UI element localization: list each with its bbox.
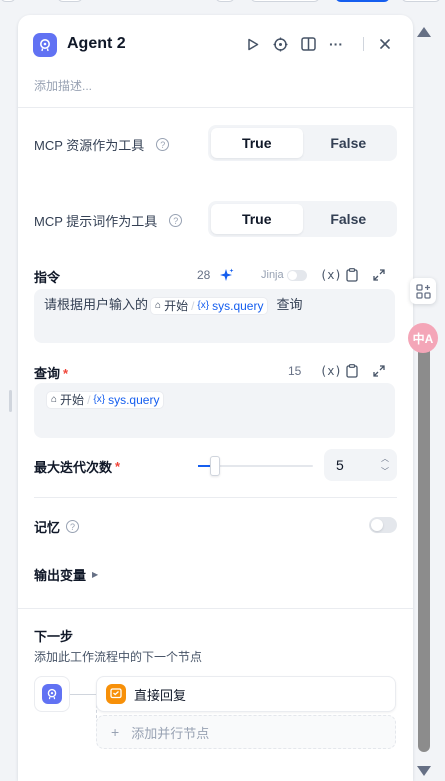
apps-grid-icon[interactable] [410, 278, 436, 304]
mcp-prompts-row: MCP 提示词作为工具 ? [34, 211, 183, 230]
header-divider [18, 107, 413, 108]
section-divider [34, 497, 397, 498]
variable-icon: {x} [93, 393, 106, 405]
connector-line [70, 694, 96, 695]
memory-label: 记忆 [34, 520, 61, 535]
insert-variable-icon[interactable]: (x) [320, 362, 342, 380]
section-divider [18, 608, 413, 609]
required-mark: * [115, 459, 121, 474]
instruction-text-before: 请根据用户输入的 [44, 297, 149, 312]
mcp-resources-toggle: True False [208, 125, 397, 161]
increment-icon[interactable]: ︿ [381, 453, 389, 464]
mcp-resources-label: MCP 资源作为工具 [34, 138, 145, 153]
clipboard-icon[interactable] [346, 266, 358, 284]
decrement-icon[interactable]: ﹀ [381, 466, 389, 477]
node-title[interactable]: Agent 2 [67, 35, 126, 53]
plus-icon: + [111, 724, 120, 740]
max-iterations-label: 最大迭代次数 [34, 460, 113, 475]
home-icon: ⌂ [51, 393, 58, 405]
direct-reply-icon [106, 684, 126, 704]
split-view-icon[interactable] [299, 35, 317, 53]
scroll-down-arrow-icon[interactable] [417, 766, 431, 776]
locate-icon[interactable] [271, 35, 289, 53]
next-node-label: 直接回复 [134, 687, 187, 703]
scrollbar[interactable] [413, 15, 435, 781]
clipboard-icon[interactable] [346, 362, 358, 380]
panel-header: Agent 2 ··· [18, 15, 413, 75]
output-vars-label: 输出变量 [34, 568, 87, 583]
top-strip [0, 0, 445, 8]
resize-handle[interactable] [9, 390, 12, 412]
caret-right-icon: ▶ [92, 570, 99, 579]
instruction-editor[interactable]: 请根据用户输入的 ⌂ 开始 / {x} sys.query 查询 [34, 289, 395, 343]
source-node [34, 676, 70, 712]
description-input[interactable]: 添加描述... [34, 77, 92, 94]
home-icon: ⌂ [155, 299, 162, 311]
query-label: 查询 [34, 366, 61, 381]
instruction-label: 指令 [34, 270, 61, 285]
instruction-char-count: 28 [197, 268, 211, 282]
output-vars-row[interactable]: 输出变量 ▶ [34, 565, 98, 584]
insert-variable-icon[interactable]: (x) [320, 266, 342, 284]
next-step-title: 下一步 [34, 629, 74, 644]
memory-row: 记忆 ? [34, 517, 80, 536]
max-iterations-slider[interactable] [198, 456, 313, 476]
required-mark: * [63, 366, 69, 381]
query-header: 查询 * 15 (x) [34, 361, 397, 381]
scroll-up-arrow-icon[interactable] [417, 27, 431, 37]
query-char-count: 15 [288, 364, 302, 378]
ai-generate-icon[interactable] [220, 266, 234, 284]
max-iterations-value: 5 [336, 457, 344, 473]
query-editor[interactable]: ⌂ 开始 / {x} sys.query [34, 383, 395, 438]
add-parallel-label: 添加并行节点 [131, 725, 210, 741]
agent-icon [33, 33, 57, 57]
next-step-subtitle: 添加此工作流程中的下一个节点 [34, 650, 203, 664]
expand-icon[interactable] [373, 362, 385, 380]
node-panel: Agent 2 ··· 添加描述... MCP 资源作为工具 ? True Fa… [18, 15, 413, 781]
slider-thumb[interactable] [210, 456, 220, 476]
header-separator [363, 37, 364, 51]
instruction-header: 指令 28 Jinja (x) [34, 265, 397, 285]
next-node-card[interactable]: 直接回复 [96, 676, 396, 712]
query-label-wrap: 查询 * [34, 363, 68, 382]
variable-name: sys.query [108, 392, 160, 407]
variable-node: 开始 [60, 392, 85, 407]
variable-node: 开始 [164, 298, 189, 313]
mcp-prompts-false-option[interactable]: False [303, 204, 395, 234]
instruction-text-after: 查询 [276, 297, 303, 312]
mcp-resources-false-option[interactable]: False [303, 128, 395, 158]
run-button[interactable] [244, 35, 262, 53]
memory-switch[interactable] [369, 517, 397, 533]
mcp-prompts-toggle: True False [208, 201, 397, 237]
variable-tag[interactable]: ⌂ 开始 / {x} sys.query [46, 390, 165, 409]
close-icon[interactable] [376, 35, 394, 53]
more-icon[interactable]: ··· [327, 35, 345, 53]
help-icon[interactable]: ? [156, 138, 170, 151]
help-icon[interactable]: ? [66, 520, 80, 533]
jinja-switch[interactable] [286, 269, 307, 281]
expand-icon[interactable] [373, 266, 385, 284]
variable-icon: {x} [197, 299, 210, 311]
jinja-toggle[interactable]: Jinja [261, 266, 307, 284]
jinja-label: Jinja [261, 269, 284, 281]
translate-badge[interactable]: 中A [408, 323, 438, 353]
max-iterations-input[interactable]: 5 ︿ ﹀ [324, 449, 397, 481]
mcp-prompts-true-option[interactable]: True [211, 204, 303, 234]
mcp-prompts-label: MCP 提示词作为工具 [34, 214, 158, 229]
scroll-thumb[interactable] [418, 340, 430, 752]
help-icon[interactable]: ? [169, 214, 183, 227]
variable-name: sys.query [212, 298, 264, 313]
add-parallel-node-button[interactable]: + 添加并行节点 [96, 715, 396, 749]
max-iterations-label-wrap: 最大迭代次数 * [34, 457, 120, 476]
variable-tag[interactable]: ⌂ 开始 / {x} sys.query [150, 296, 269, 315]
mcp-resources-true-option[interactable]: True [211, 128, 303, 158]
agent-icon [42, 684, 62, 704]
mcp-resources-row: MCP 资源作为工具 ? [34, 135, 170, 154]
